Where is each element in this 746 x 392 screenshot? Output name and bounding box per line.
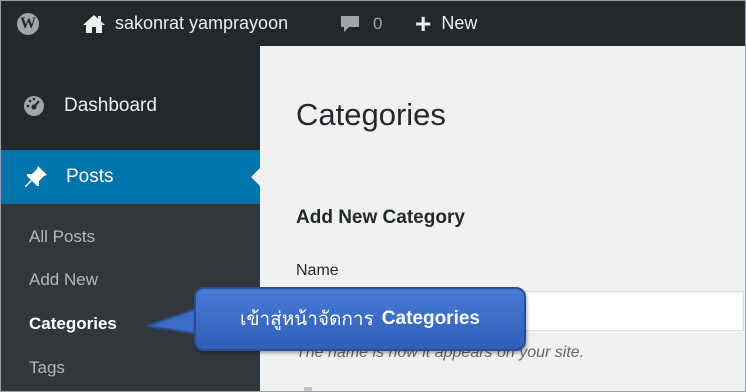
plus-icon: + xyxy=(415,7,432,39)
wordpress-logo-button[interactable]: W xyxy=(17,1,39,46)
sidebar-item-dashboard[interactable]: Dashboard xyxy=(1,86,260,126)
submenu-item-categories[interactable]: Categories xyxy=(29,314,117,334)
screenshot-frame: W sakonrat yamprayoon 0 + New Dashboard … xyxy=(0,0,746,392)
wordpress-logo-icon: W xyxy=(17,12,39,35)
dashboard-gauge-icon xyxy=(24,96,44,116)
sidebar-item-label: Posts xyxy=(66,166,114,187)
comments-count: 0 xyxy=(373,13,383,33)
home-icon xyxy=(83,14,105,33)
admin-bar: W sakonrat yamprayoon 0 + New xyxy=(1,1,745,46)
name-field-label: Name xyxy=(296,262,339,279)
page-title: Categories xyxy=(296,97,446,132)
site-name-link[interactable]: sakonrat yamprayoon xyxy=(81,1,288,46)
callout-emphasis: Categories xyxy=(381,308,480,329)
comment-bubble-icon xyxy=(341,15,359,32)
submenu-item-add-new[interactable]: Add New xyxy=(29,270,98,290)
submenu-item-all-posts[interactable]: All Posts xyxy=(29,227,95,247)
new-content-button[interactable]: + New xyxy=(415,1,477,46)
submenu-item-tags[interactable]: Tags xyxy=(29,358,65,378)
pushpin-icon xyxy=(25,166,47,187)
next-field-label-fragment xyxy=(304,387,312,391)
sidebar-item-posts[interactable]: Posts xyxy=(1,150,260,204)
callout-annotation: เข้าสู่หน้าจัดการ Categories xyxy=(194,287,526,351)
site-name: sakonrat yamprayoon xyxy=(115,13,289,33)
comments-link[interactable]: 0 xyxy=(339,1,382,46)
add-category-heading: Add New Category xyxy=(296,207,465,228)
active-menu-notch xyxy=(251,168,260,186)
callout-text: เข้าสู่หน้าจัดการ xyxy=(240,309,374,330)
sidebar-item-label: Dashboard xyxy=(64,95,157,116)
new-label: New xyxy=(441,13,478,33)
